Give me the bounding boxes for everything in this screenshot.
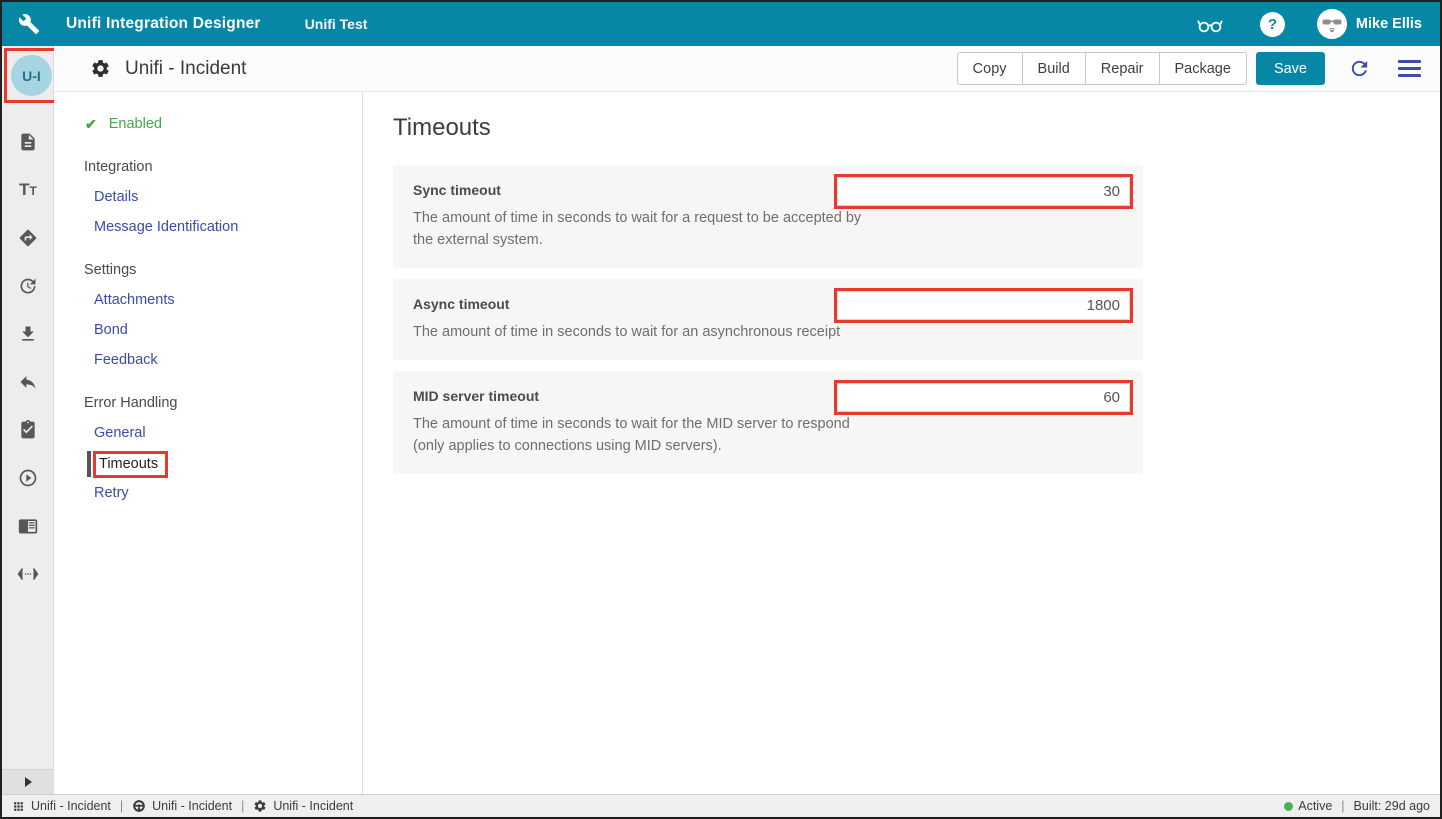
nav-item-message-identification[interactable]: Message Identification (94, 212, 362, 242)
reader-book-icon[interactable] (2, 502, 54, 550)
top-header: Unifi Integration Designer Unifi Test ? (2, 2, 1440, 46)
app-window: Unifi Integration Designer Unifi Test ? (0, 0, 1442, 819)
nav-item-details[interactable]: Details (94, 182, 362, 212)
sync-timeout-card: Sync timeout The amount of time in secon… (393, 165, 1143, 268)
annotation-box-async-timeout (834, 288, 1133, 323)
check-icon: ✔ (85, 116, 97, 133)
async-timeout-input[interactable] (837, 291, 1130, 320)
page-title: Unifi - Incident (125, 58, 246, 80)
wrench-logo-icon (18, 13, 40, 35)
annotation-box-sync-timeout (834, 174, 1133, 209)
repair-button[interactable]: Repair (1086, 52, 1160, 85)
status-bar: Unifi - Incident | Unifi - Incident | Un… (2, 794, 1440, 817)
integration-gear-icon (90, 58, 111, 79)
reply-icon[interactable] (2, 358, 54, 406)
integration-toolbar: Unifi - Incident Copy Build Repair Packa… (54, 46, 1440, 92)
menu-hamburger-icon[interactable] (1398, 56, 1421, 81)
statusbar-separator: | (120, 799, 123, 813)
sync-timeout-description: The amount of time in seconds to wait fo… (413, 207, 868, 251)
settings-nav-panel: ✔ Enabled Integration Details Message Id… (54, 92, 363, 794)
active-indicator-bar (87, 451, 91, 477)
update-history-icon[interactable] (2, 262, 54, 310)
task-check-icon[interactable] (2, 406, 54, 454)
action-button-group: Copy Build Repair Package (957, 52, 1247, 85)
expand-rail-button[interactable] (2, 769, 54, 794)
async-timeout-card: Async timeout The amount of time in seco… (393, 279, 1143, 360)
nav-item-general[interactable]: General (94, 418, 362, 448)
nav-item-timeouts-row: Timeouts (87, 450, 362, 478)
annotation-box-timeouts: Timeouts (93, 451, 168, 478)
mid-server-timeout-description: The amount of time in seconds to wait fo… (413, 413, 868, 457)
statusbar-separator: | (1341, 799, 1344, 813)
active-status-label: Active (1298, 799, 1332, 813)
nav-item-retry[interactable]: Retry (94, 478, 362, 508)
app-title: Unifi Integration Designer (66, 15, 261, 33)
sync-timeout-input[interactable] (837, 177, 1130, 206)
gear-icon (253, 799, 267, 813)
statusbar-item-helm[interactable]: Unifi - Incident (132, 799, 232, 813)
nav-item-bond[interactable]: Bond (94, 315, 362, 345)
nav-heading-integration: Integration (84, 152, 362, 182)
environment-label[interactable]: Unifi Test (305, 16, 368, 32)
build-button[interactable]: Build (1023, 52, 1086, 85)
nav-item-feedback[interactable]: Feedback (94, 345, 362, 375)
nav-item-timeouts[interactable]: Timeouts (99, 456, 158, 472)
mid-server-timeout-card: MID server timeout The amount of time in… (393, 371, 1143, 474)
save-button[interactable]: Save (1256, 52, 1325, 85)
annotation-box-mid-server-timeout (834, 380, 1133, 415)
apps-grid-icon (12, 800, 25, 813)
help-icon[interactable]: ? (1260, 12, 1285, 37)
user-name[interactable]: Mike Ellis (1356, 16, 1422, 32)
play-circle-icon[interactable] (2, 454, 54, 502)
nav-heading-settings: Settings (84, 255, 362, 285)
impersonate-glasses-icon[interactable] (1196, 13, 1224, 35)
statusbar-item-settings[interactable]: Unifi - Incident (253, 799, 353, 813)
helm-icon (132, 799, 146, 813)
document-icon[interactable] (2, 118, 54, 166)
download-icon[interactable] (2, 310, 54, 358)
code-icon[interactable] (2, 550, 54, 598)
annotation-box-avatar: U-I (4, 48, 59, 103)
built-ago-label: Built: 29d ago (1354, 799, 1430, 813)
enabled-label: Enabled (109, 116, 162, 132)
integration-avatar[interactable]: U-I (11, 55, 52, 96)
main-content: Timeouts Sync timeout The amount of time… (364, 92, 1440, 794)
chevron-right-icon (25, 777, 32, 787)
copy-button[interactable]: Copy (957, 52, 1023, 85)
enabled-status: ✔ Enabled (85, 109, 362, 139)
refresh-icon[interactable] (1348, 57, 1371, 80)
statusbar-separator: | (241, 799, 244, 813)
statusbar-item-apps[interactable]: Unifi - Incident (12, 799, 111, 813)
nav-item-attachments[interactable]: Attachments (94, 285, 362, 315)
package-button[interactable]: Package (1160, 52, 1247, 85)
directions-icon[interactable] (2, 214, 54, 262)
async-timeout-description: The amount of time in seconds to wait fo… (413, 321, 868, 343)
mid-server-timeout-input[interactable] (837, 383, 1130, 412)
content-title: Timeouts (393, 114, 1440, 142)
left-icon-rail: U-I TT (2, 46, 54, 794)
user-avatar[interactable] (1317, 9, 1347, 39)
nav-heading-error-handling: Error Handling (84, 388, 362, 418)
active-status-dot (1284, 802, 1293, 811)
text-format-icon[interactable]: TT (2, 166, 54, 214)
